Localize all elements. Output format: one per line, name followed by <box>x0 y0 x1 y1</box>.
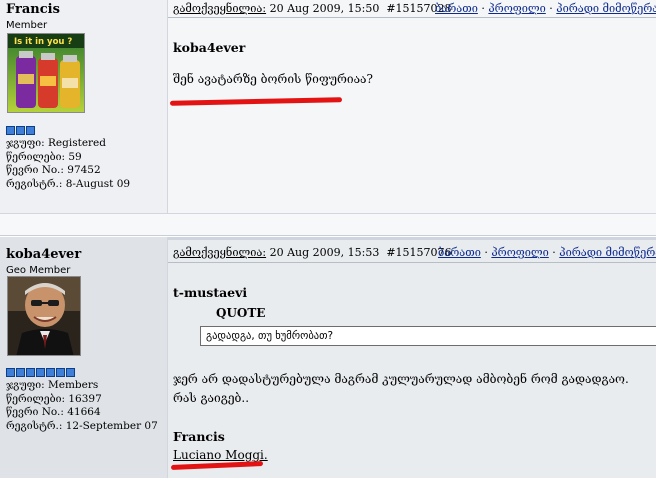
posts-count-row: წერილები: 16397 <box>6 392 102 405</box>
rank-pip-icon <box>36 368 45 377</box>
report-link[interactable]: ბარათი <box>435 2 478 15</box>
message-line-1: ჯერ არ დადასტურებულა მაგრამ კულუარულად ა… <box>173 372 629 386</box>
post-message: ჯერ არ დადასტურებულა მაგრამ კულუარულად ა… <box>173 370 656 408</box>
avatar-image <box>8 277 80 355</box>
posts-count-row: წერილები: 59 <box>6 150 82 163</box>
username[interactable]: koba4ever <box>6 247 81 262</box>
rank-pip-icon <box>6 368 15 377</box>
group-row: ჯგუფი: Registered <box>6 137 106 149</box>
posted-label-link[interactable]: გამოქვეყნილია: <box>173 2 266 15</box>
rank-pip-icon <box>46 368 55 377</box>
quoted-author: koba4ever <box>173 40 246 55</box>
member-number-row: წევრი No.: 41664 <box>6 406 101 418</box>
user-title: Geo Member <box>6 265 71 276</box>
user-title: Member <box>6 20 48 31</box>
pm-link[interactable]: პირადი მიმოწერა <box>556 2 656 15</box>
message-line-2: რას გაიგებ.. <box>173 391 250 405</box>
avatar-image: Is it in you ? <box>8 34 84 112</box>
post-actions: ბარათი · პროფილი · პირადი მიმოწერა <box>435 2 656 15</box>
username[interactable]: Francis <box>6 2 60 17</box>
quoted-user: t-mustaevi <box>173 285 248 300</box>
post-body: koba4ever შენ ავატარზე ბორის წიფურიაა? <box>173 40 656 86</box>
signature: Francis Luciano Moggi. <box>173 427 656 465</box>
user-info: ჯგუფი: Registered წერილები: 59 წევრი No.… <box>6 137 130 191</box>
rank-pips <box>6 368 75 378</box>
quote-box: გადადგა, თუ ხუმრობათ? <box>200 326 656 346</box>
quote-label: QUOTE <box>216 306 266 320</box>
post-header: გამოქვეყნილია: 20 Aug 2009, 15:53 #15157… <box>173 246 656 266</box>
avatar-slogan: Is it in you ? <box>14 37 72 47</box>
group-row: ჯგუფი: Members <box>6 379 99 391</box>
header-divider <box>168 17 656 18</box>
pm-link[interactable]: პირადი მიმოწერა <box>559 246 656 259</box>
header-divider <box>168 262 656 263</box>
post-date: 20 Aug 2009, 15:53 <box>269 246 380 259</box>
signature-name: Francis <box>173 429 225 444</box>
profile-link[interactable]: პროფილი <box>488 2 545 15</box>
registered-row: რეგისტრ.: 8-August 09 <box>6 177 131 190</box>
rank-pip-icon <box>26 126 35 135</box>
avatar: Is it in you ? <box>7 33 85 113</box>
rank-pip-icon <box>56 368 65 377</box>
profile-link[interactable]: პროფილი <box>491 246 548 259</box>
post-15157076: koba4ever Geo Member ჯგუფი: Members წერი… <box>0 237 656 478</box>
rank-pip-icon <box>16 126 25 135</box>
posted-label-link[interactable]: გამოქვეყნილია: <box>173 246 266 259</box>
post-15157028: Francis Member Is it in you ? ჯგუფი: Reg… <box>0 0 656 236</box>
post-footer <box>168 213 656 235</box>
report-link[interactable]: ბარათი <box>438 246 481 259</box>
post-body: t-mustaevi <box>173 285 656 300</box>
rank-pip-icon <box>16 368 25 377</box>
rank-pip-icon <box>26 368 35 377</box>
user-sidebar: Francis Member Is it in you ? ჯგუფი: Reg… <box>0 0 168 235</box>
member-number-row: წევრი No.: 97452 <box>6 164 101 176</box>
rank-pip-icon <box>6 126 15 135</box>
post-actions: ბარათი · პროფილი · პირადი მიმოწერა <box>438 246 656 259</box>
post-header: გამოქვეყნილია: 20 Aug 2009, 15:50 #15157… <box>173 2 656 22</box>
red-underline-mark <box>169 97 343 106</box>
user-info: ჯგუფი: Members წერილები: 16397 წევრი No.… <box>6 379 158 433</box>
avatar <box>7 276 81 356</box>
sidebar-footer <box>0 213 168 235</box>
registered-row: რეგისტრ.: 12-September 07 <box>6 419 158 432</box>
post-date: 20 Aug 2009, 15:50 <box>269 2 380 15</box>
rank-pip-icon <box>66 368 75 377</box>
user-sidebar: koba4ever Geo Member ჯგუფი: Members წერი… <box>0 237 168 478</box>
post-message: შენ ავატარზე ბორის წიფურიაა? <box>173 72 373 86</box>
rank-pips <box>6 126 35 136</box>
